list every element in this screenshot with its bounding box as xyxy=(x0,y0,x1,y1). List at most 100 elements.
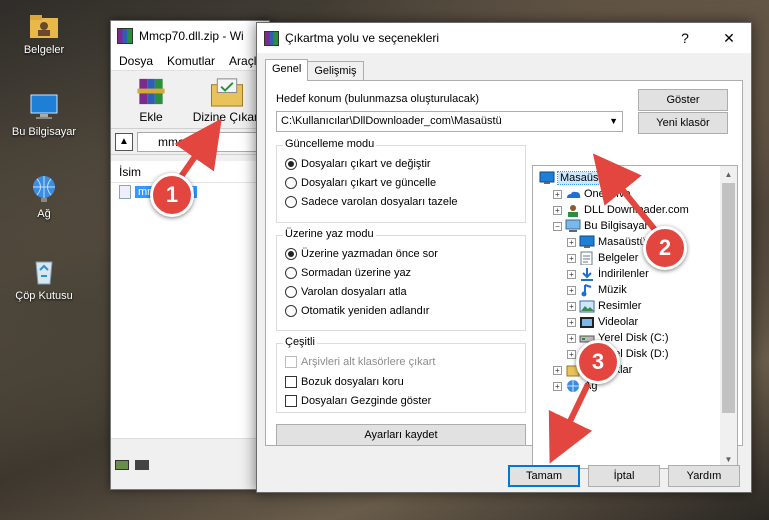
horizontal-scrollbar[interactable] xyxy=(111,438,269,455)
archive-path-field[interactable]: mmcp70.dl xyxy=(137,131,265,152)
desktop-icon-network[interactable]: Ağ xyxy=(6,174,82,220)
radio-selected[interactable] xyxy=(285,158,297,170)
tree-node[interactable]: + OneDrive xyxy=(553,186,630,202)
dialog-tabs: Genel Gelişmiş xyxy=(265,59,364,81)
desktop-icon-label: Ağ xyxy=(37,208,51,220)
network-icon xyxy=(33,176,55,202)
expand-icon[interactable]: + xyxy=(553,365,562,375)
tree-node[interactable]: + Müzik xyxy=(567,282,627,298)
tree-node-label: İndirilenler xyxy=(598,268,649,280)
callout-2: 2 xyxy=(643,226,687,270)
misc-option-keep-broken[interactable]: Bozuk dosyaları koru xyxy=(285,376,404,388)
download-icon xyxy=(581,268,593,281)
tree-node[interactable]: Masaüstü xyxy=(539,170,611,186)
save-settings-button[interactable]: Ayarları kaydet xyxy=(276,424,526,446)
option-label: Dosyaları Gezginde göster xyxy=(301,395,432,407)
radio[interactable] xyxy=(285,286,297,298)
overwrite-option-without-prompt[interactable]: Sormadan üzerine yaz xyxy=(285,267,411,279)
expand-icon[interactable]: + xyxy=(567,349,576,359)
expand-icon[interactable]: + xyxy=(567,253,576,263)
tab-advanced[interactable]: Gelişmiş xyxy=(307,61,364,81)
tree-node[interactable]: + Masaüstü xyxy=(567,234,646,250)
overwrite-option-rename[interactable]: Otomatik yeniden adlandır xyxy=(285,305,429,317)
new-folder-button[interactable]: Yeni klasör xyxy=(638,112,728,134)
tree-node[interactable]: + Yerel Disk (C:) xyxy=(567,330,669,346)
column-header-name[interactable]: İsim xyxy=(111,161,269,183)
expand-icon[interactable]: + xyxy=(567,301,576,311)
collapse-icon[interactable]: − xyxy=(553,221,562,231)
checkbox[interactable] xyxy=(285,376,297,388)
tree-node[interactable]: + Belgeler xyxy=(567,250,638,266)
menu-commands[interactable]: Komutlar xyxy=(167,54,215,68)
help-button[interactable]: Yardım xyxy=(668,465,740,487)
update-option-extract-replace[interactable]: Dosyaları çıkart ve değiştir xyxy=(285,158,431,170)
option-label: Dosyaları çıkart ve değiştir xyxy=(301,158,431,170)
scroll-thumb[interactable] xyxy=(722,183,735,413)
ok-button[interactable]: Tamam xyxy=(508,465,580,487)
documents-icon xyxy=(580,251,593,265)
tab-general[interactable]: Genel xyxy=(265,59,309,81)
up-folder-button[interactable]: ▲ xyxy=(115,132,133,151)
update-mode-group: Güncelleme modu Dosyaları çıkart ve deği… xyxy=(276,138,526,223)
tree-node[interactable]: + DLL Downloader.com xyxy=(553,202,689,218)
tree-node[interactable]: + Videolar xyxy=(567,314,638,330)
expand-icon[interactable]: + xyxy=(567,269,576,279)
radio[interactable] xyxy=(285,267,297,279)
onedrive-icon xyxy=(567,191,581,198)
update-option-freshen[interactable]: Sadece varolan dosyaları tazele xyxy=(285,196,458,208)
radio[interactable] xyxy=(285,196,297,208)
winrar-app-icon xyxy=(117,28,133,44)
dialog-titlebar[interactable]: Çıkartma yolu ve seçenekleri ? ✕ xyxy=(257,23,751,53)
help-title-button[interactable]: ? xyxy=(663,23,707,53)
overwrite-option-skip[interactable]: Varolan dosyaları atla xyxy=(285,286,407,298)
callout-3: 3 xyxy=(576,340,620,384)
show-button[interactable]: Göster xyxy=(638,89,728,111)
checkbox[interactable] xyxy=(285,395,297,407)
radio[interactable] xyxy=(285,305,297,317)
expand-icon[interactable]: + xyxy=(567,333,576,343)
close-button[interactable]: ✕ xyxy=(707,23,751,53)
folder-user-icon xyxy=(30,15,58,38)
winrar-statusbar xyxy=(111,455,269,475)
update-mode-title: Güncelleme modu xyxy=(283,138,377,150)
destination-path-combo[interactable]: C:\Kullanıcılar\DllDownloader_com\Masaüs… xyxy=(276,111,623,132)
extract-to-button[interactable]: Dizine Çıkart xyxy=(191,75,263,124)
overwrite-option-ask[interactable]: Üzerine yazmadan önce sor xyxy=(285,248,438,260)
expand-icon[interactable]: + xyxy=(553,189,562,199)
videos-icon xyxy=(580,317,594,328)
desktop-icon-computer[interactable]: Bu Bilgisayar xyxy=(6,92,82,138)
update-option-extract-update[interactable]: Dosyaları çıkart ve güncelle xyxy=(285,177,436,189)
radio[interactable] xyxy=(285,177,297,189)
tree-vertical-scrollbar[interactable]: ▲ ▼ xyxy=(720,166,737,468)
dialog-title: Çıkartma yolu ve seçenekleri xyxy=(285,31,440,45)
tree-node[interactable]: + İndirilenler xyxy=(567,266,649,282)
tree-node[interactable]: − Bu Bilgisayar xyxy=(553,218,648,234)
expand-icon[interactable]: + xyxy=(553,205,562,215)
expand-icon[interactable]: + xyxy=(567,317,576,327)
winrar-titlebar[interactable]: Mmcp70.dll.zip - Wi xyxy=(111,21,269,51)
expand-icon[interactable]: + xyxy=(567,285,576,295)
folder-tree: Masaüstü + OneDrive + DLL Downloader.com − Bu … xyxy=(532,165,738,469)
recycle-bin-icon xyxy=(35,261,53,285)
add-button[interactable]: Ekle xyxy=(117,75,185,124)
menu-file[interactable]: Dosya xyxy=(119,54,153,68)
dialog-app-icon xyxy=(264,30,279,46)
desktop-icon-documents[interactable]: Belgeler xyxy=(6,10,82,56)
expand-icon[interactable]: + xyxy=(567,237,576,247)
scroll-up-icon[interactable]: ▲ xyxy=(720,166,737,183)
desktop-icon xyxy=(539,171,555,184)
misc-group: Çeşitli Arşivleri alt klasörlere çıkart … xyxy=(276,336,526,413)
option-label: Sormadan üzerine yaz xyxy=(301,267,412,279)
winrar-toolbar: Ekle Dizine Çıkart xyxy=(111,71,269,129)
radio-selected[interactable] xyxy=(285,248,297,260)
pictures-icon xyxy=(579,300,595,313)
winrar-pathbar: ▲ mmcp70.dl xyxy=(111,129,269,155)
drive-icon xyxy=(115,460,129,470)
expand-icon[interactable]: + xyxy=(553,381,562,391)
misc-option-subfolders: Arşivleri alt klasörlere çıkart xyxy=(285,356,435,368)
desktop-icon-recycle-bin[interactable]: Çöp Kutusu xyxy=(6,256,82,302)
misc-option-show-in-explorer[interactable]: Dosyaları Gezginde göster xyxy=(285,395,431,407)
music-icon xyxy=(581,284,592,297)
cancel-button[interactable]: İptal xyxy=(588,465,660,487)
tree-node[interactable]: + Resimler xyxy=(567,298,641,314)
